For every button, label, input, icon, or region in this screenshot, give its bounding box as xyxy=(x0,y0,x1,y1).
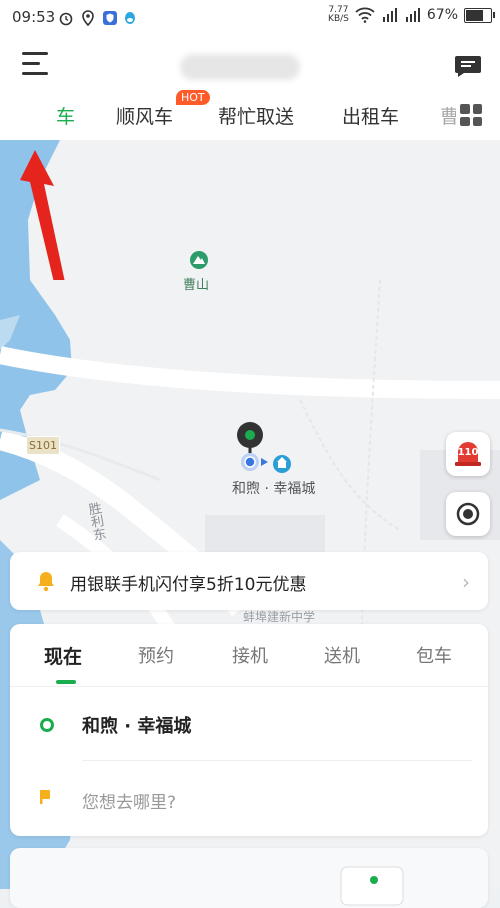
active-tab-indicator xyxy=(56,680,76,684)
status-right: 7.77 KB/S 67% xyxy=(328,6,495,24)
road-shield-s101: S101 xyxy=(26,436,60,455)
title-blurred xyxy=(180,54,300,80)
tab-taxi[interactable]: 出租车 xyxy=(342,102,399,129)
destination-flag-icon xyxy=(40,790,50,804)
chevron-right-icon: › xyxy=(462,570,470,594)
divider xyxy=(10,686,488,687)
tab-car[interactable]: 车 xyxy=(56,102,75,129)
net-speed: 7.77 KB/S xyxy=(328,6,349,24)
origin-dot-icon xyxy=(40,718,54,732)
tab-carpool[interactable]: 顺风车 xyxy=(116,102,173,129)
location-icon xyxy=(82,10,94,26)
hot-badge: HOT xyxy=(176,90,210,105)
promo-text: 用银联手机闪付享5折10元优惠 xyxy=(70,575,307,595)
mountain-poi-icon xyxy=(190,251,208,269)
alarm-icon xyxy=(59,12,73,26)
grid-cell xyxy=(460,116,470,126)
status-bar: 09:53 7.77 KB/S 67% xyxy=(0,0,500,36)
grid-cell xyxy=(472,116,482,126)
tab-delivery[interactable]: 帮忙取送 xyxy=(218,102,294,129)
grid-cell xyxy=(460,104,470,114)
mode-tab-charter[interactable]: 包车 xyxy=(416,642,452,668)
grid-cell xyxy=(472,104,482,114)
bottom-card-partial[interactable] xyxy=(10,848,488,908)
message-icon[interactable] xyxy=(454,54,482,78)
mode-tab-dropoff-airport[interactable]: 送机 xyxy=(324,642,360,668)
menu-line xyxy=(22,52,48,55)
net-speed-unit: KB/S xyxy=(328,14,349,24)
emergency-label: 110 xyxy=(457,447,479,458)
school-label: 蚌埠建新中学 xyxy=(243,610,316,624)
booking-card: 现在 预约 接机 送机 包车 和煦 · 幸福城 您想去哪里? xyxy=(10,624,488,836)
service-tabs: 车 顺风车 HOT 帮忙取送 出租车 曹 xyxy=(0,90,500,138)
signal-g-icon xyxy=(382,8,397,22)
recenter-button[interactable] xyxy=(446,492,490,536)
mode-tab-reserve[interactable]: 预约 xyxy=(138,642,174,668)
annotation-arrow xyxy=(20,150,65,280)
poi-label-mountain: 曹山 xyxy=(183,278,210,293)
all-services-icon[interactable] xyxy=(460,104,482,126)
battery-icon xyxy=(464,7,495,23)
bell-icon xyxy=(38,572,54,592)
destination-input[interactable]: 您想去哪里? xyxy=(82,788,176,813)
origin-field[interactable]: 和煦 · 幸福城 xyxy=(82,712,191,738)
location-label: 和煦 · 幸福城 xyxy=(232,481,316,497)
signal-4g-icon xyxy=(405,8,420,22)
menu-line xyxy=(22,72,48,75)
app-header: 车 顺风车 HOT 帮忙取送 出租车 曹 xyxy=(0,36,500,140)
battery-percent: 67% xyxy=(426,7,458,23)
battery-fill xyxy=(466,9,484,21)
locate-icon xyxy=(456,502,480,526)
qq-icon xyxy=(125,12,135,24)
emergency-110-button[interactable]: 110 xyxy=(446,432,490,476)
mode-tab-now[interactable]: 现在 xyxy=(44,642,82,669)
menu-line xyxy=(22,62,40,65)
menu-button[interactable] xyxy=(22,52,48,76)
divider xyxy=(82,760,472,761)
tab-more-partial[interactable]: 曹 xyxy=(440,102,456,129)
shield-app-icon xyxy=(103,11,117,25)
mini-map-thumbnail-icon xyxy=(340,866,404,906)
wifi-icon xyxy=(355,7,375,23)
status-time: 09:53 xyxy=(12,8,56,26)
current-location-marker xyxy=(237,422,291,473)
promo-banner[interactable]: 用银联手机闪付享5折10元优惠 › xyxy=(10,552,488,610)
mode-tab-pickup-airport[interactable]: 接机 xyxy=(232,642,268,668)
